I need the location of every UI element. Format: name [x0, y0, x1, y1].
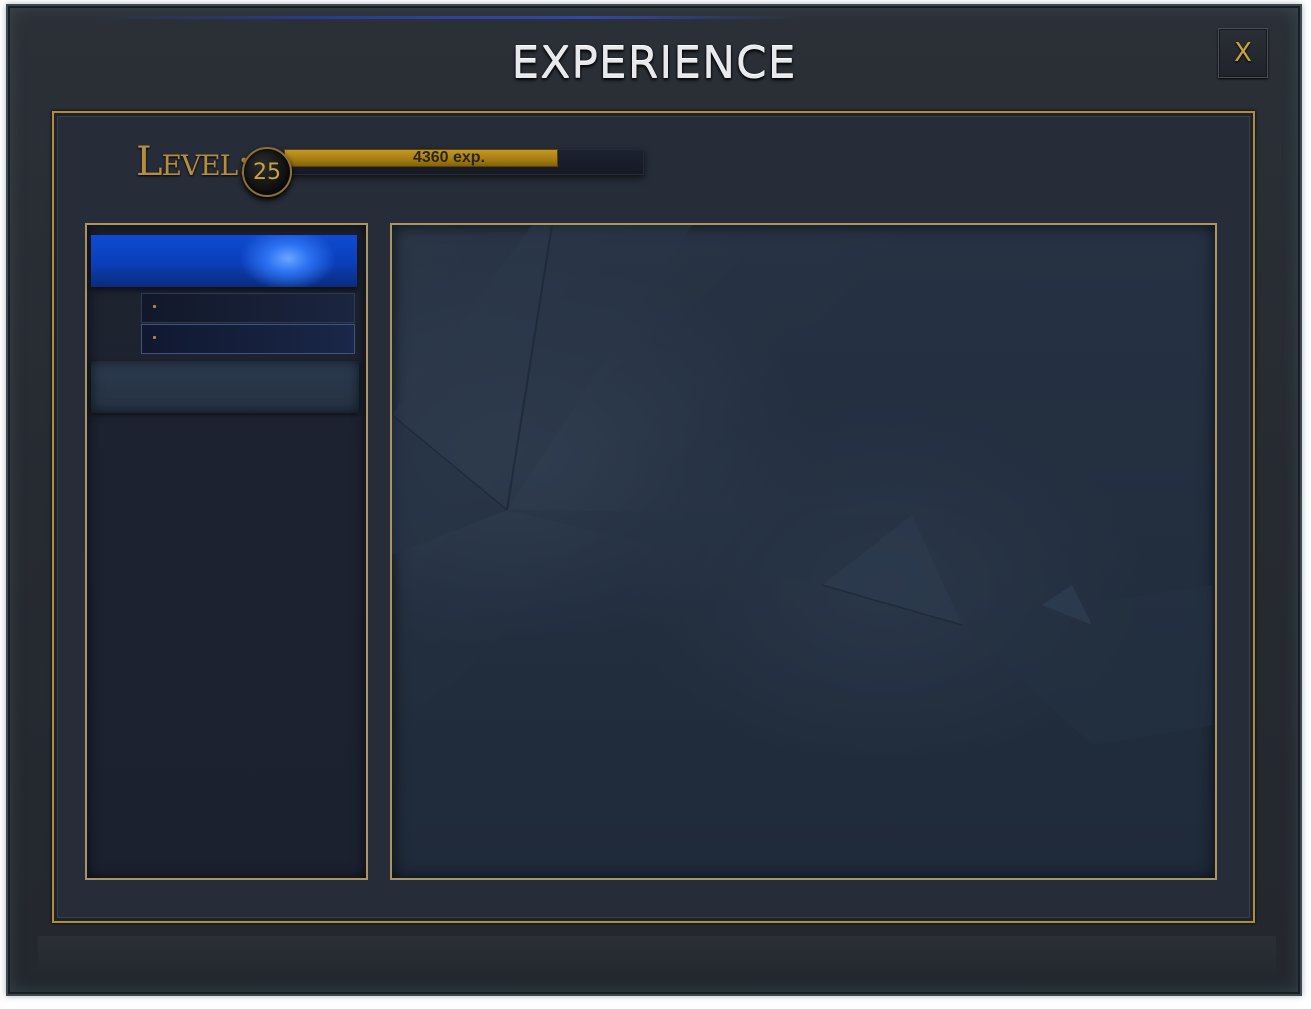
bullet-icon [153, 305, 156, 308]
bullet-icon [153, 336, 156, 339]
top-accent-line [98, 16, 798, 19]
exp-progress-bar: 4360 exp. [284, 149, 644, 175]
category-button-active[interactable] [91, 235, 357, 287]
level-label: Level: [136, 139, 251, 185]
sub-category-item[interactable] [141, 293, 355, 323]
content-panel [390, 223, 1217, 880]
experience-window: EXPERIENCE X Level: 4360 exp. 25 [6, 4, 1302, 996]
sub-category-item-selected[interactable] [141, 324, 355, 354]
category-button-inactive[interactable] [91, 361, 359, 413]
close-button[interactable]: X [1218, 28, 1268, 78]
exp-value-text: 4360 exp. [412, 149, 486, 166]
background-shards [392, 225, 1212, 745]
level-badge: 25 [242, 147, 292, 197]
window-title: EXPERIENCE [511, 38, 797, 89]
bottom-strip [38, 936, 1276, 972]
main-frame: Level: 4360 exp. 25 [52, 111, 1255, 923]
category-list-panel [85, 223, 368, 880]
